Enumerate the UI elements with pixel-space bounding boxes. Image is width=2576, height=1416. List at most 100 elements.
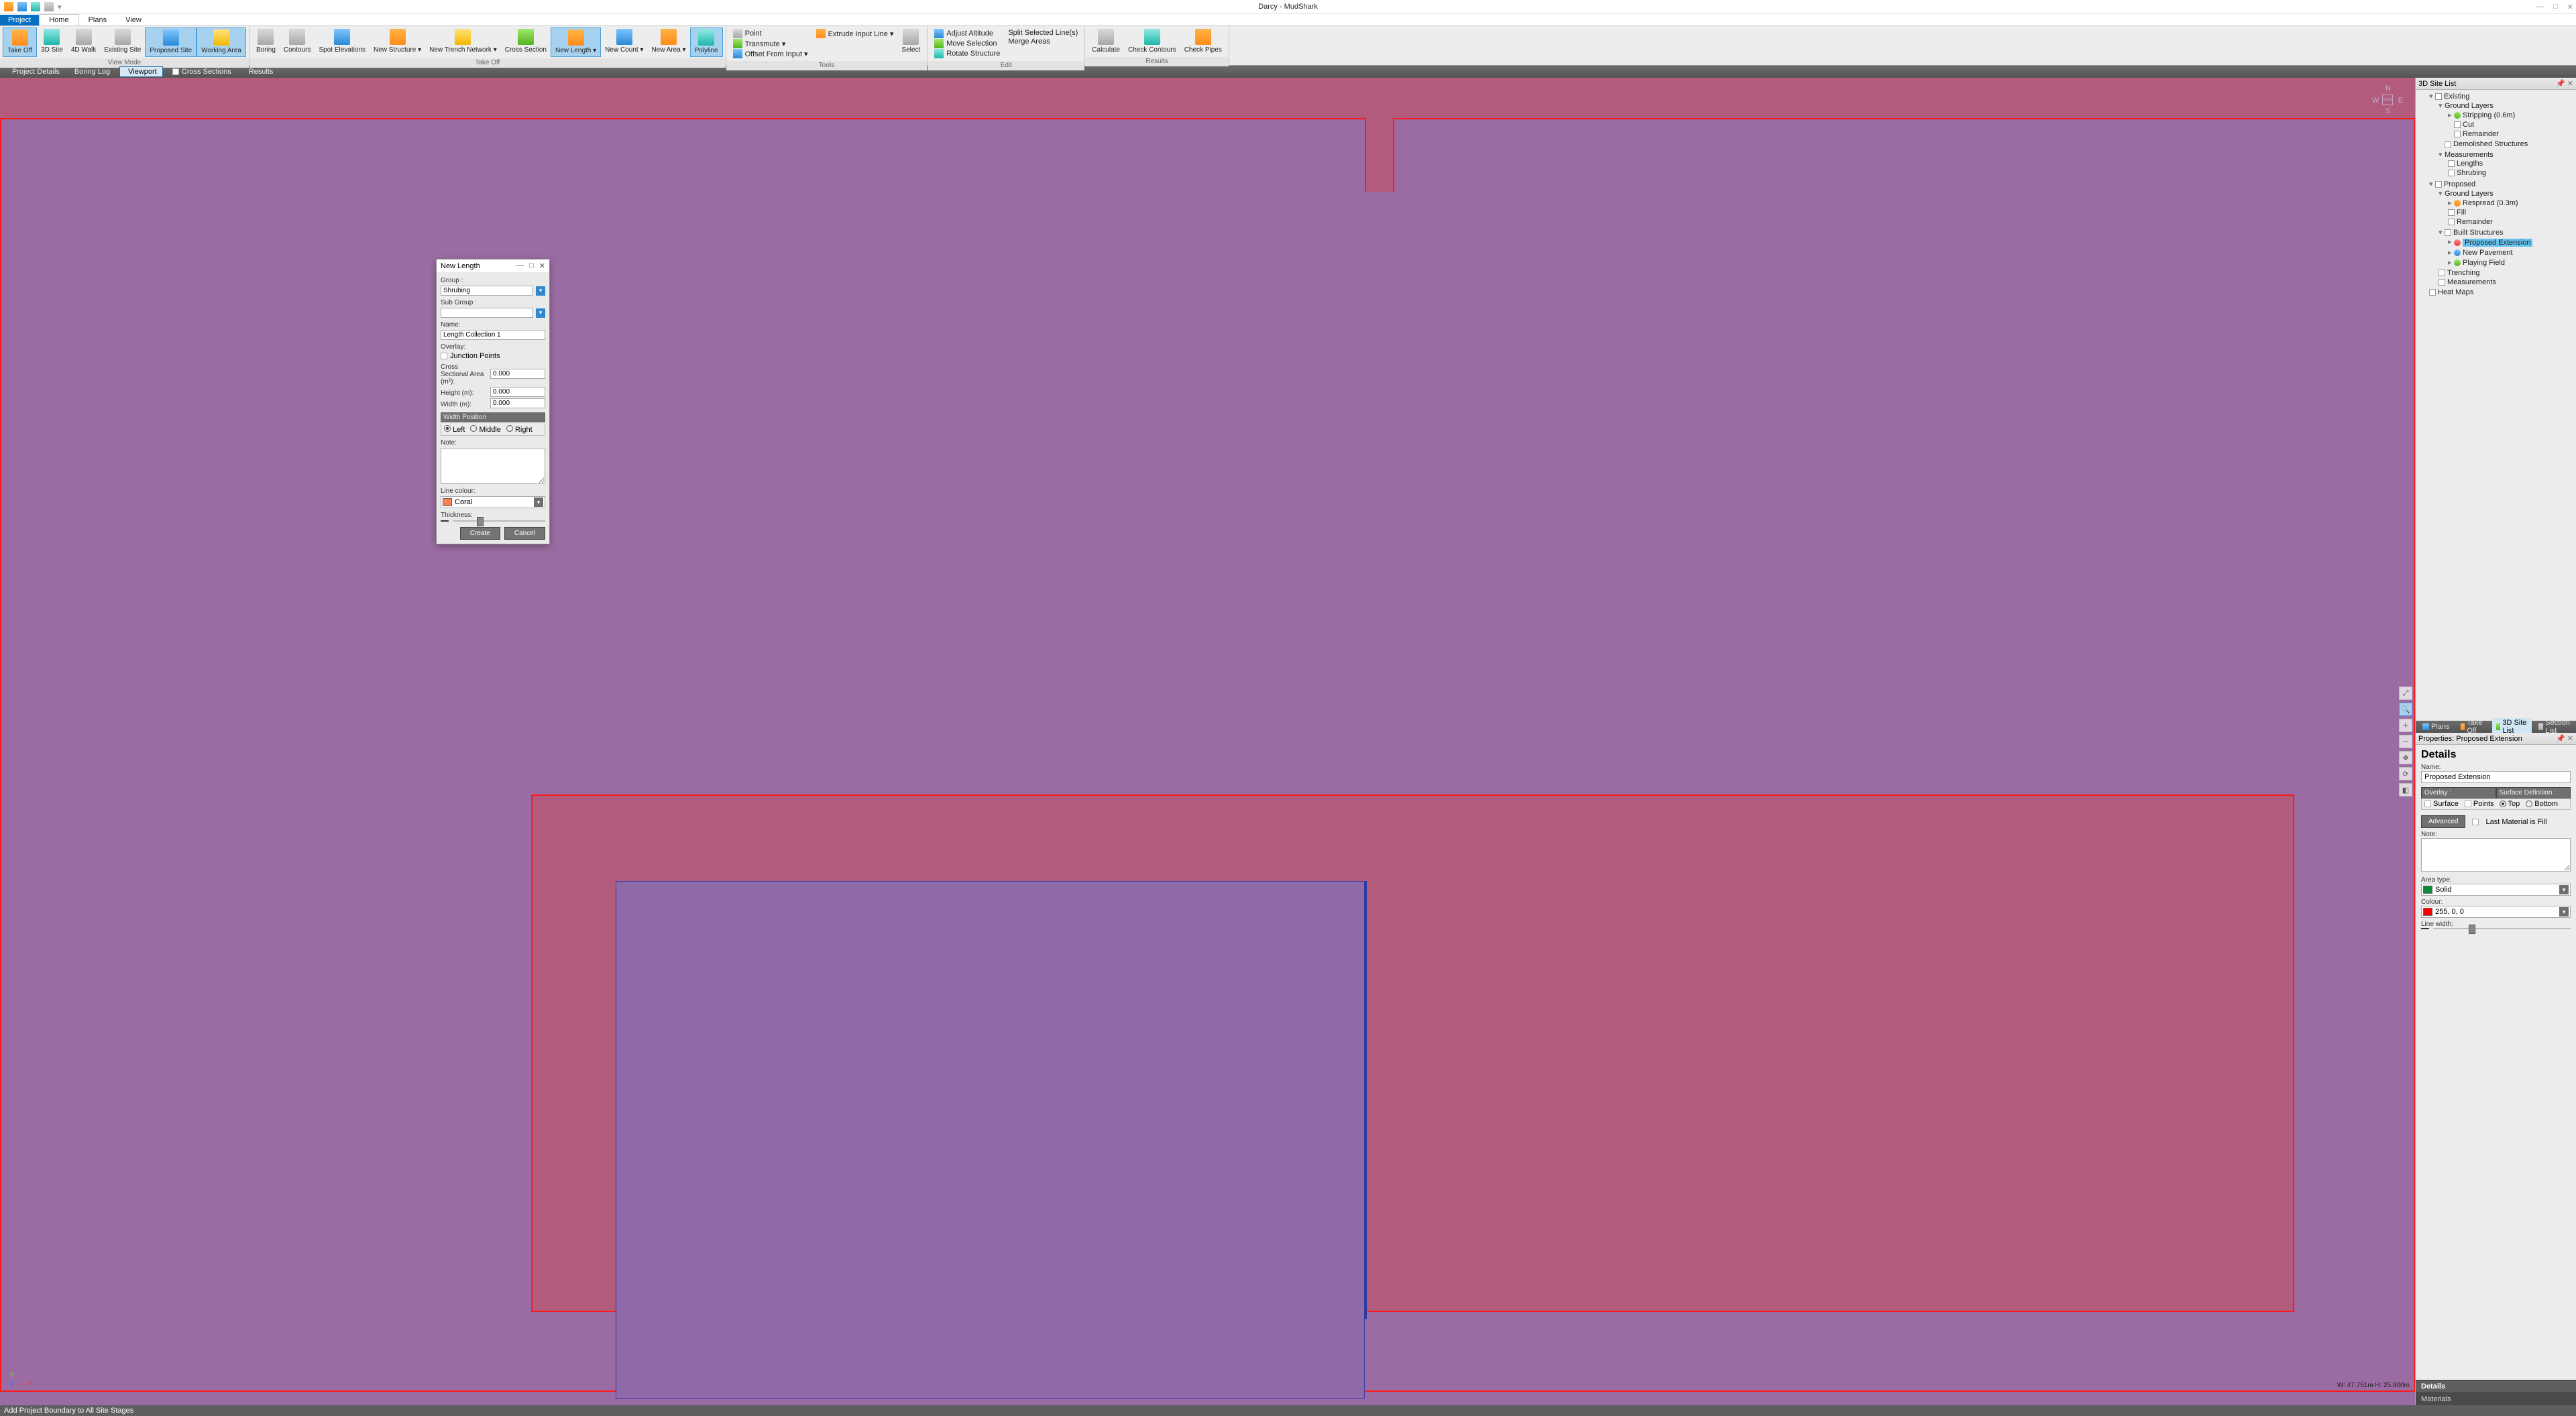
- chevron-down-icon[interactable]: ▾: [2559, 885, 2569, 894]
- zoom-out-icon[interactable]: －: [2399, 735, 2412, 748]
- move-selection[interactable]: Move Selection: [934, 39, 1000, 48]
- dialog-titlebar[interactable]: New Length — □ ✕: [437, 259, 549, 272]
- pin-icon[interactable]: 📌: [2556, 735, 2565, 743]
- group-dropdown-icon[interactable]: ▾: [536, 286, 545, 296]
- line-width-slider[interactable]: [2433, 928, 2571, 929]
- zoom-in-icon[interactable]: ＋: [2399, 719, 2412, 732]
- tab-home[interactable]: Home: [39, 14, 78, 25]
- redo-icon[interactable]: [44, 2, 54, 11]
- name-input[interactable]: [441, 330, 545, 340]
- create-button[interactable]: Create: [460, 527, 500, 540]
- bottom-tab-details[interactable]: Details: [2416, 1380, 2576, 1393]
- bottom-tab-materials[interactable]: Materials: [2416, 1393, 2576, 1405]
- tab-viewport[interactable]: Viewport: [119, 66, 163, 77]
- boring-button[interactable]: Boring: [252, 27, 280, 56]
- tree-item-proposed-extension[interactable]: ▸Proposed Extension: [2448, 237, 2576, 247]
- note-input[interactable]: [441, 448, 545, 484]
- new-count-button[interactable]: New Count ▾: [601, 27, 647, 56]
- width-right-radio[interactable]: Right: [506, 425, 533, 434]
- width-left-radio[interactable]: Left: [444, 425, 465, 434]
- subgroup-dropdown-icon[interactable]: ▾: [536, 308, 545, 318]
- existing-site-button[interactable]: Existing Site: [100, 27, 145, 56]
- cross-section-button[interactable]: Cross Section: [501, 27, 551, 56]
- check-contours-button[interactable]: Check Contours: [1124, 27, 1180, 56]
- save-icon[interactable]: [17, 2, 27, 11]
- fit-icon[interactable]: ⤢: [2399, 687, 2412, 700]
- panel-close-icon[interactable]: ✕: [2567, 735, 2573, 743]
- 4d-walk-button[interactable]: 4D Walk: [67, 27, 100, 56]
- dialog-minimize-icon[interactable]: —: [516, 261, 524, 270]
- zoom-window-icon[interactable]: 🔍: [2399, 703, 2412, 716]
- chevron-down-icon[interactable]: ▾: [534, 497, 543, 507]
- dialog-maximize-icon[interactable]: □: [529, 261, 534, 270]
- width-input[interactable]: [490, 398, 545, 408]
- close-icon[interactable]: ✕: [2567, 3, 2573, 11]
- new-length-button[interactable]: New Length ▾: [551, 27, 601, 57]
- qat-dropdown-icon[interactable]: ▾: [58, 3, 62, 11]
- cancel-button[interactable]: Cancel: [504, 527, 545, 540]
- properties-header[interactable]: Properties: Proposed Extension 📌 ✕: [2416, 733, 2576, 745]
- checkbox-icon[interactable]: [172, 68, 179, 75]
- new-structure-button[interactable]: New Structure ▾: [370, 27, 425, 56]
- undo-icon[interactable]: [31, 2, 40, 11]
- select-button[interactable]: Select: [897, 27, 924, 56]
- offset-tool[interactable]: Offset From Input ▾: [733, 49, 808, 58]
- advanced-button[interactable]: Advanced: [2421, 815, 2465, 828]
- new-area-button[interactable]: New Area ▾: [647, 27, 689, 56]
- thickness-slider[interactable]: [453, 520, 545, 522]
- 3d-site-button[interactable]: 3D Site: [37, 27, 67, 56]
- merge-areas[interactable]: Merge Areas: [1008, 38, 1078, 46]
- colour-dropdown[interactable]: 255, 0, 0▾: [2421, 906, 2571, 918]
- tab-boring-log[interactable]: Boring Log: [69, 67, 115, 76]
- new-trench-button[interactable]: New Trench Network ▾: [425, 27, 501, 56]
- panel-close-icon[interactable]: ✕: [2567, 80, 2573, 88]
- top-radio[interactable]: [2500, 801, 2506, 807]
- side-tab-plans[interactable]: Plans: [2418, 722, 2454, 731]
- tab-cross-sections[interactable]: Cross Sections: [167, 67, 237, 76]
- height-input[interactable]: [490, 387, 545, 397]
- point-tool[interactable]: Point: [733, 29, 808, 38]
- site-list-tree[interactable]: ▾Existing ▾Ground Layers ▸Stripping (0.6…: [2416, 90, 2576, 721]
- dialog-close-icon[interactable]: ✕: [539, 261, 545, 270]
- adjust-altitude[interactable]: Adjust Altitude: [934, 29, 1000, 38]
- area-type-dropdown[interactable]: Solid▾: [2421, 884, 2571, 896]
- last-material-checkbox[interactable]: [2472, 819, 2479, 825]
- compass-top[interactable]: TOP: [2382, 95, 2393, 105]
- tab-project-details[interactable]: Project Details: [4, 67, 65, 76]
- proposed-site-button[interactable]: Proposed Site: [145, 27, 197, 57]
- chevron-down-icon[interactable]: ▾: [2559, 907, 2569, 917]
- take-off-button[interactable]: Take Off: [3, 27, 37, 57]
- tab-plans[interactable]: Plans: [79, 14, 117, 25]
- tab-project[interactable]: Project: [0, 15, 39, 25]
- line-colour-dropdown[interactable]: Coral ▾: [441, 496, 545, 508]
- check-pipes-button[interactable]: Check Pipes: [1180, 27, 1226, 56]
- viewport[interactable]: N E S W TOP ⤢ 🔍 ＋ － ✥ ⟳ ◧ Y ↙— X W: 47.7…: [0, 78, 2415, 1405]
- points-checkbox[interactable]: [2465, 801, 2471, 807]
- calculate-button[interactable]: Calculate: [1088, 27, 1124, 56]
- site-list-header[interactable]: 3D Site List 📌 ✕: [2416, 78, 2576, 90]
- iso-icon[interactable]: ◧: [2399, 783, 2412, 796]
- prop-name-input[interactable]: [2421, 771, 2571, 783]
- contours-button[interactable]: Contours: [280, 27, 315, 56]
- polyline-button[interactable]: Polyline: [690, 27, 723, 57]
- surface-checkbox[interactable]: [2424, 801, 2431, 807]
- minimize-icon[interactable]: —: [2536, 3, 2544, 11]
- maximize-icon[interactable]: □: [2553, 3, 2558, 11]
- working-area-button[interactable]: Working Area: [197, 27, 246, 57]
- bottom-radio[interactable]: [2526, 801, 2532, 807]
- view-compass[interactable]: N E S W TOP: [2372, 84, 2403, 115]
- subgroup-input[interactable]: [441, 308, 533, 318]
- csa-input[interactable]: [490, 369, 545, 379]
- rotate-structure[interactable]: Rotate Structure: [934, 49, 1000, 58]
- pan-icon[interactable]: ✥: [2399, 751, 2412, 764]
- group-input[interactable]: [441, 286, 533, 296]
- split-lines[interactable]: Split Selected Line(s): [1008, 29, 1078, 37]
- orbit-icon[interactable]: ⟳: [2399, 767, 2412, 780]
- extrude-tool[interactable]: Extrude Input Line ▾: [816, 29, 894, 38]
- pin-icon[interactable]: 📌: [2556, 80, 2565, 88]
- tab-results[interactable]: Results: [241, 67, 279, 76]
- width-middle-radio[interactable]: Middle: [470, 425, 500, 434]
- spot-elev-button[interactable]: Spot Elevations: [315, 27, 370, 56]
- junction-checkbox[interactable]: [441, 353, 447, 359]
- transmute-tool[interactable]: Transmute ▾: [733, 39, 808, 48]
